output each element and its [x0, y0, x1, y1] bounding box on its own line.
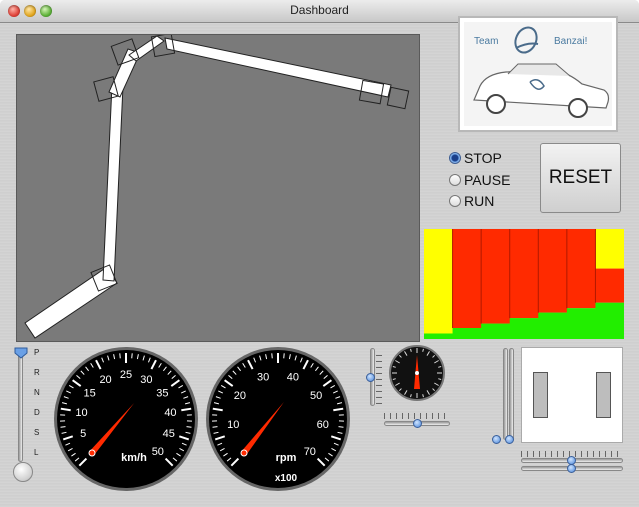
- panel-slider-knob-a[interactable]: [492, 435, 501, 444]
- ignition-ring[interactable]: [13, 462, 33, 482]
- tachometer-tick: [212, 426, 218, 428]
- radio-run[interactable]: RUN: [449, 191, 494, 211]
- gear-s[interactable]: S: [34, 428, 39, 437]
- speedometer-tick-label: 40: [164, 407, 176, 419]
- tachometer-tick-label: 10: [227, 419, 239, 431]
- steer-vertical-ticks: [376, 350, 382, 404]
- level-low: [509, 318, 539, 339]
- level-low: [452, 328, 482, 339]
- gear-n[interactable]: N: [34, 388, 40, 397]
- reset-button[interactable]: RESET: [540, 143, 621, 213]
- radio-stop-indicator[interactable]: [449, 152, 461, 164]
- radio-pause-indicator[interactable]: [449, 174, 461, 186]
- tachometer-multiplier: x100: [275, 473, 298, 484]
- right-track-bar: [596, 372, 611, 418]
- tachometer-tick: [338, 426, 344, 428]
- speedometer-tick-label: 25: [120, 369, 132, 381]
- speedometer-tick-label: 5: [80, 428, 86, 440]
- steer-vertical-knob[interactable]: [366, 373, 375, 382]
- gear-l[interactable]: L: [34, 448, 38, 457]
- compass-horizontal-knob[interactable]: [413, 419, 422, 428]
- level-mid: [538, 229, 568, 313]
- radio-stop[interactable]: STOP: [449, 148, 502, 168]
- compass-gauge: [389, 345, 445, 401]
- tachometer: 10 20 30 40 50 60 70 rpm x100: [206, 347, 350, 491]
- panel-horizontal-knob-b[interactable]: [567, 464, 576, 473]
- radio-pause-label: PAUSE: [464, 172, 511, 188]
- level-mid: [595, 268, 624, 303]
- level-mid: [566, 229, 596, 309]
- arm-segment: [102, 84, 124, 282]
- tachometer-unit: rpm: [276, 452, 297, 464]
- track-panel: [521, 347, 623, 443]
- radio-pause[interactable]: PAUSE: [449, 170, 510, 190]
- tachometer-pivot: [240, 449, 248, 457]
- dashboard-window: Dashboard Team Banzai! STOP PAUSE RUN RE…: [0, 0, 639, 507]
- window-title: Dashboard: [290, 3, 349, 17]
- speedometer-tick-label: 30: [140, 374, 152, 386]
- panel-vertical-slider-a[interactable]: [503, 348, 508, 440]
- speedometer-tick-label: 20: [99, 374, 111, 386]
- speedometer-tick-label: 10: [75, 407, 87, 419]
- speedometer-pivot: [88, 449, 96, 457]
- level-high: [595, 229, 624, 269]
- tachometer-tick-label: 40: [287, 372, 299, 384]
- radio-run-indicator[interactable]: [449, 195, 461, 207]
- speedometer-tick: [186, 426, 192, 428]
- level-low: [538, 312, 568, 339]
- left-track-bar: [533, 372, 548, 418]
- level-mid: [481, 229, 511, 324]
- speedometer-tick-label: 45: [163, 428, 175, 440]
- radio-run-label: RUN: [464, 193, 495, 209]
- team-logo: Team Banzai!: [458, 16, 618, 132]
- gear-slider-track[interactable]: [18, 352, 23, 462]
- arm-drawing: [24, 35, 410, 339]
- arm-joint: [386, 86, 410, 110]
- speedometer-tick-label: 15: [83, 388, 95, 400]
- level-low: [566, 308, 596, 339]
- gear-slider-thumb[interactable]: [14, 347, 28, 359]
- speedometer: 5 10 15 20 25 30 35 40 45 50 km/h: [54, 347, 198, 491]
- panel-slider-knob-b[interactable]: [505, 435, 514, 444]
- level-low: [595, 302, 624, 339]
- radio-stop-label: STOP: [464, 150, 502, 166]
- arm-visualization[interactable]: [16, 34, 420, 342]
- gear-d[interactable]: D: [34, 408, 40, 417]
- tachometer-tick-label: 30: [257, 372, 269, 384]
- gear-p[interactable]: P: [34, 348, 39, 357]
- tachometer-tick-label: 50: [310, 390, 322, 402]
- arm-segment: [164, 37, 392, 98]
- car-icon: [473, 26, 610, 118]
- level-high: [424, 229, 454, 334]
- speedometer-tick-label: 35: [156, 388, 168, 400]
- level-low: [424, 333, 454, 339]
- speedometer-tick-label: 50: [152, 446, 164, 458]
- gear-r[interactable]: R: [34, 368, 40, 377]
- tachometer-tick-label: 70: [304, 446, 316, 458]
- panel-vertical-slider-b[interactable]: [509, 348, 514, 440]
- level-mid: [509, 229, 539, 319]
- level-low: [481, 323, 511, 339]
- arm-segment: [128, 35, 165, 62]
- tachometer-tick-label: 60: [317, 419, 329, 431]
- level-mid: [452, 229, 482, 328]
- speedometer-tick: [60, 426, 66, 428]
- speedometer-unit: km/h: [121, 452, 147, 464]
- level-bars: [424, 229, 624, 339]
- tachometer-tick-label: 20: [234, 390, 246, 402]
